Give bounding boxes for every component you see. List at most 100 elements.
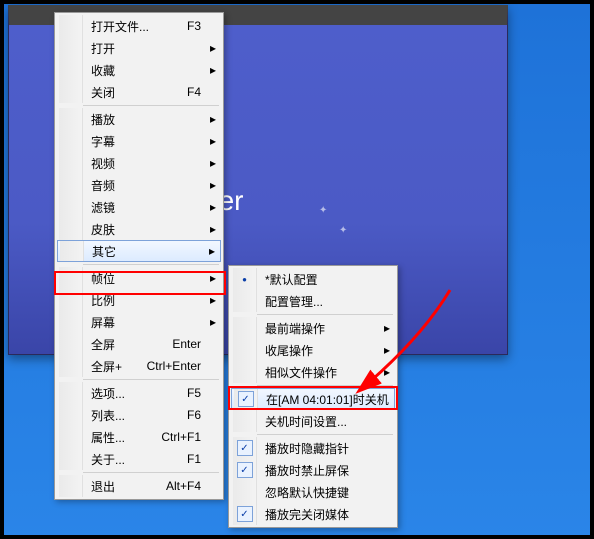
menu-icon-col xyxy=(60,241,84,261)
submenu-label: 配置管理... xyxy=(257,293,393,310)
menu-icon-col xyxy=(59,426,83,448)
menu-icon-col xyxy=(59,108,83,130)
menu-item[interactable]: 全屏+Ctrl+Enter xyxy=(57,355,221,377)
menu-icon-col xyxy=(59,59,83,81)
menu-icon-col xyxy=(59,404,83,426)
check-icon: ✓ xyxy=(237,462,253,478)
submenu-item[interactable]: 关机时间设置... xyxy=(231,410,395,432)
menu-item[interactable]: 列表...F6 xyxy=(57,404,221,426)
menu-item[interactable]: 音频▸ xyxy=(57,174,221,196)
submenu-item[interactable]: ✓播放时禁止屏保 xyxy=(231,459,395,481)
menu-icon-col xyxy=(59,37,83,59)
menu-separator xyxy=(83,379,219,380)
check-icon: ✓ xyxy=(237,440,253,456)
menu-separator xyxy=(83,472,219,473)
submenu-label: 在[AM 04:01:01]时关机 xyxy=(258,391,392,408)
menu-item[interactable]: 帧位 ▸ xyxy=(57,267,221,289)
menu-item[interactable]: 关闭F4 xyxy=(57,81,221,103)
submenu-item[interactable]: 相似文件操作▸ xyxy=(231,361,395,383)
submenu-label: 忽略默认快捷键 xyxy=(257,484,393,501)
submenu-item[interactable]: ✓播放时隐藏指针 xyxy=(231,437,395,459)
chevron-right-icon: ▸ xyxy=(381,343,393,357)
submenu-icon-col xyxy=(233,317,257,339)
menu-item[interactable]: 字幕 ▸ xyxy=(57,130,221,152)
submenu-item[interactable]: 收尾操作▸ xyxy=(231,339,395,361)
submenu-icon-col xyxy=(233,361,257,383)
submenu-item[interactable]: ✓在[AM 04:01:01]时关机 xyxy=(231,388,395,410)
menu-item[interactable]: 全屏Enter xyxy=(57,333,221,355)
menu-item[interactable]: 屏幕▸ xyxy=(57,311,221,333)
menu-label: 关闭 xyxy=(83,84,187,101)
chevron-right-icon: ▸ xyxy=(207,271,219,285)
check-icon: ✓ xyxy=(237,506,253,522)
menu-label: 属性... xyxy=(83,429,161,446)
chevron-right-icon: ▸ xyxy=(207,200,219,214)
menu-item[interactable]: 关于...F1 xyxy=(57,448,221,470)
menu-label: 全屏 xyxy=(83,336,172,353)
submenu-item[interactable]: ✓播放完关闭媒体 xyxy=(231,503,395,525)
submenu-separator xyxy=(257,385,393,386)
menu-label: 播放 xyxy=(83,111,201,128)
menu-label: 退出 xyxy=(83,478,166,495)
submenu-icon-col: ✓ xyxy=(233,459,257,481)
menu-label: 全屏+ xyxy=(83,358,147,375)
menu-label: 比例 xyxy=(83,292,201,309)
menu-item[interactable]: 滤镜 ▸ xyxy=(57,196,221,218)
menu-separator xyxy=(83,264,219,265)
menu-label: 视频 xyxy=(83,155,201,172)
submenu-separator xyxy=(257,314,393,315)
menu-item[interactable]: 打开文件...F3 xyxy=(57,15,221,37)
submenu-icon-col: ● xyxy=(233,268,257,290)
submenu-label: 播放完关闭媒体 xyxy=(257,506,393,523)
chevron-right-icon: ▸ xyxy=(207,112,219,126)
submenu-item[interactable]: 配置管理... xyxy=(231,290,395,312)
menu-icon-col xyxy=(59,15,83,37)
menu-item[interactable]: 比例 ▸ xyxy=(57,289,221,311)
submenu-label: 相似文件操作 xyxy=(257,364,381,381)
menu-item[interactable]: 皮肤▸ xyxy=(57,218,221,240)
menu-shortcut: Ctrl+Enter xyxy=(147,359,207,373)
menu-shortcut: F4 xyxy=(187,85,207,99)
submenu-item[interactable]: 忽略默认快捷键 xyxy=(231,481,395,503)
menu-item[interactable]: 其它▸ xyxy=(57,240,221,262)
menu-icon-col xyxy=(59,174,83,196)
chevron-right-icon: ▸ xyxy=(207,293,219,307)
menu-item[interactable]: 属性...Ctrl+F1 xyxy=(57,426,221,448)
menu-label: 字幕 xyxy=(83,133,201,150)
chevron-right-icon: ▸ xyxy=(207,63,219,77)
radio-icon: ● xyxy=(242,275,247,284)
context-menu[interactable]: 打开文件...F3打开▸收藏▸关闭F4播放▸字幕▸视频▸音频▸滤镜▸皮肤▸其它▸… xyxy=(54,12,224,500)
submenu-icon-col xyxy=(233,481,257,503)
submenu-item[interactable]: 最前端操作▸ xyxy=(231,317,395,339)
menu-icon-col xyxy=(59,333,83,355)
menu-item[interactable]: 播放 ▸ xyxy=(57,108,221,130)
menu-icon-col xyxy=(59,81,83,103)
menu-label: 关于... xyxy=(83,451,187,468)
menu-label: 音频 xyxy=(83,177,201,194)
menu-item[interactable]: 收藏▸ xyxy=(57,59,221,81)
menu-label: 皮肤 xyxy=(83,221,201,238)
menu-icon-col xyxy=(59,130,83,152)
chevron-right-icon: ▸ xyxy=(207,156,219,170)
chevron-right-icon: ▸ xyxy=(206,244,218,258)
menu-icon-col xyxy=(59,382,83,404)
submenu-label: 播放时禁止屏保 xyxy=(257,462,393,479)
menu-shortcut: F3 xyxy=(187,19,207,33)
check-icon: ✓ xyxy=(238,391,254,407)
submenu-label: 最前端操作 xyxy=(257,320,381,337)
submenu-other[interactable]: ●*默认配置配置管理...最前端操作▸收尾操作▸相似文件操作▸✓在[AM 04:… xyxy=(228,265,398,528)
menu-icon-col xyxy=(59,311,83,333)
submenu-icon-col: ✓ xyxy=(234,389,258,409)
submenu-separator xyxy=(257,434,393,435)
submenu-label: 播放时隐藏指针 xyxy=(257,440,393,457)
menu-label: 滤镜 xyxy=(83,199,201,216)
menu-icon-col xyxy=(59,196,83,218)
menu-item[interactable]: 退出Alt+F4 xyxy=(57,475,221,497)
chevron-right-icon: ▸ xyxy=(207,134,219,148)
submenu-item[interactable]: ●*默认配置 xyxy=(231,268,395,290)
menu-item[interactable]: 视频 ▸ xyxy=(57,152,221,174)
menu-item[interactable]: 打开▸ xyxy=(57,37,221,59)
menu-item[interactable]: 选项...F5 xyxy=(57,382,221,404)
menu-label: 屏幕 xyxy=(83,314,201,331)
menu-label: 帧位 xyxy=(83,270,201,287)
